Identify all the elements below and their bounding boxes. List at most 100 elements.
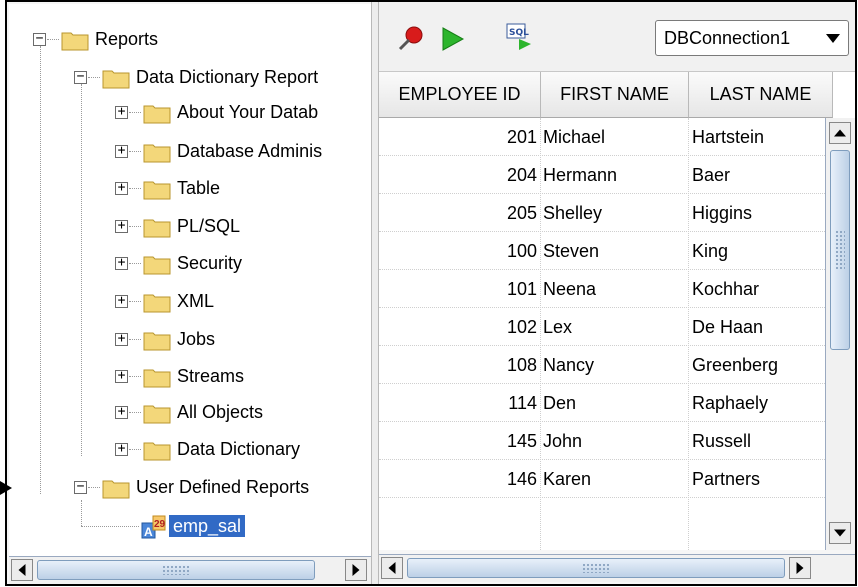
cell-last-name: De Haan <box>692 317 764 337</box>
tree-connector <box>81 526 139 527</box>
table-row[interactable]: 101 Neena Kochhar <box>379 270 825 308</box>
svg-text:A: A <box>144 525 153 539</box>
expand-toggle[interactable]: + <box>115 369 128 383</box>
cell-employee-id: 108 <box>506 355 537 375</box>
tree-item-streams[interactable]: Streams <box>177 365 244 387</box>
folder-icon <box>143 442 171 461</box>
tree-item-about-your-database[interactable]: About Your Datab <box>177 101 318 123</box>
scroll-thumb[interactable] <box>37 560 315 580</box>
cell-last-name: Kochhar <box>692 279 760 299</box>
tree-connector <box>129 339 141 340</box>
reports-tree[interactable]: − Reports − Data Dictionary Report + Abo… <box>9 4 371 552</box>
cell-employee-id: 102 <box>506 317 537 337</box>
tree-item-security[interactable]: Security <box>177 252 242 274</box>
tree-item-xml[interactable]: XML <box>177 290 214 312</box>
table-row[interactable]: 146 Karen Partners <box>379 460 825 498</box>
tree-item-emp-sal[interactable]: emp_sal <box>169 515 246 537</box>
table-row[interactable]: 100 Steven King <box>379 232 825 270</box>
tree-item-data-dictionary[interactable]: Data Dictionary <box>177 438 300 460</box>
scroll-right-button[interactable] <box>789 557 811 579</box>
tree-item-plsql[interactable]: PL/SQL <box>177 215 240 237</box>
collapse-toggle[interactable]: − <box>74 70 87 84</box>
tree-connector <box>88 487 100 488</box>
expand-toggle[interactable]: + <box>115 332 128 346</box>
cell-employee-id: 205 <box>506 203 537 223</box>
expand-toggle[interactable]: + <box>115 219 128 233</box>
pointer-arrow-icon <box>0 481 12 495</box>
scroll-thumb[interactable] <box>830 150 850 350</box>
arrow-down-icon <box>834 529 846 537</box>
table-row[interactable]: 145 John Russell <box>379 422 825 460</box>
table-row[interactable]: 201 Michael Hartstein <box>379 118 825 156</box>
cell-employee-id: 201 <box>506 127 537 147</box>
cell-last-name: Greenberg <box>692 355 779 375</box>
scroll-left-button[interactable] <box>381 557 403 579</box>
expand-toggle[interactable]: + <box>115 144 128 158</box>
tree-connector <box>81 84 82 456</box>
run-sql-button[interactable]: SQL <box>503 20 537 54</box>
folder-icon <box>143 219 171 238</box>
collapse-toggle[interactable]: − <box>74 480 87 494</box>
expand-toggle[interactable]: + <box>115 181 128 195</box>
tree-item-data-dictionary-reports[interactable]: Data Dictionary Report <box>136 66 318 88</box>
scroll-thumb[interactable] <box>407 558 785 578</box>
table-row[interactable]: 102 Lex De Haan <box>379 308 825 346</box>
folder-icon <box>143 144 171 163</box>
tree-item-user-defined-reports[interactable]: User Defined Reports <box>136 476 309 498</box>
column-header-last-name[interactable]: LAST NAME <box>689 72 833 118</box>
tree-item-all-objects[interactable]: All Objects <box>177 401 263 423</box>
arrow-right-icon <box>352 564 360 576</box>
svg-text:SQL: SQL <box>509 28 529 38</box>
expand-toggle[interactable]: + <box>115 256 128 270</box>
cell-last-name: Baer <box>692 165 731 185</box>
expand-toggle[interactable]: + <box>115 105 128 119</box>
report-toolbar: SQL DBConnection1 <box>379 2 855 72</box>
scroll-down-button[interactable] <box>829 522 851 544</box>
tree-item-reports[interactable]: Reports <box>95 28 158 50</box>
scroll-up-button[interactable] <box>829 122 851 144</box>
tree-connector <box>129 263 141 264</box>
expand-toggle[interactable]: + <box>115 442 128 456</box>
arrow-left-icon <box>388 562 396 574</box>
folder-icon <box>143 105 171 124</box>
svg-text:29: 29 <box>154 519 166 530</box>
grid-vertical-scrollbar[interactable] <box>825 118 855 550</box>
folder-icon <box>143 405 171 424</box>
expand-toggle[interactable]: + <box>115 405 128 419</box>
report-icon: A 29 <box>141 515 166 539</box>
tree-connector <box>129 188 141 189</box>
table-row[interactable]: 204 Hermann Baer <box>379 156 825 194</box>
tree-connector <box>81 500 82 526</box>
tree-connector <box>129 301 141 302</box>
tree-connector <box>129 226 141 227</box>
cell-last-name: Russell <box>692 431 752 451</box>
arrow-left-icon <box>18 564 26 576</box>
results-grid[interactable]: EMPLOYEE ID FIRST NAME LAST NAME 201 Mich… <box>379 72 855 550</box>
tree-item-database-administration[interactable]: Database Adminis <box>177 140 322 162</box>
tree-item-jobs[interactable]: Jobs <box>177 328 215 350</box>
cell-first-name: Hermann <box>543 165 618 185</box>
collapse-toggle[interactable]: − <box>33 32 46 46</box>
pin-button[interactable] <box>393 22 427 56</box>
folder-icon <box>61 32 89 51</box>
scroll-left-button[interactable] <box>11 559 33 581</box>
grid-horizontal-scrollbar[interactable] <box>379 554 855 582</box>
pane-splitter[interactable] <box>371 2 379 584</box>
column-header-first-name[interactable]: FIRST NAME <box>541 72 689 118</box>
tree-horizontal-scrollbar[interactable] <box>9 556 371 584</box>
scroll-right-button[interactable] <box>345 559 367 581</box>
cell-employee-id: 145 <box>506 431 537 451</box>
cell-first-name: Den <box>543 393 577 413</box>
cell-first-name: Karen <box>543 469 592 489</box>
folder-icon <box>143 256 171 275</box>
connection-select[interactable]: DBConnection1 <box>655 20 849 56</box>
table-row[interactable]: 114 Den Raphaely <box>379 384 825 422</box>
cell-first-name: Shelley <box>543 203 603 223</box>
tree-item-table[interactable]: Table <box>177 177 220 199</box>
table-row[interactable]: 205 Shelley Higgins <box>379 194 825 232</box>
table-row[interactable]: 108 Nancy Greenberg <box>379 346 825 384</box>
column-header-employee-id[interactable]: EMPLOYEE ID <box>379 72 541 118</box>
run-report-button[interactable] <box>435 22 469 56</box>
expand-toggle[interactable]: + <box>115 294 128 308</box>
cell-first-name: Lex <box>543 317 573 337</box>
